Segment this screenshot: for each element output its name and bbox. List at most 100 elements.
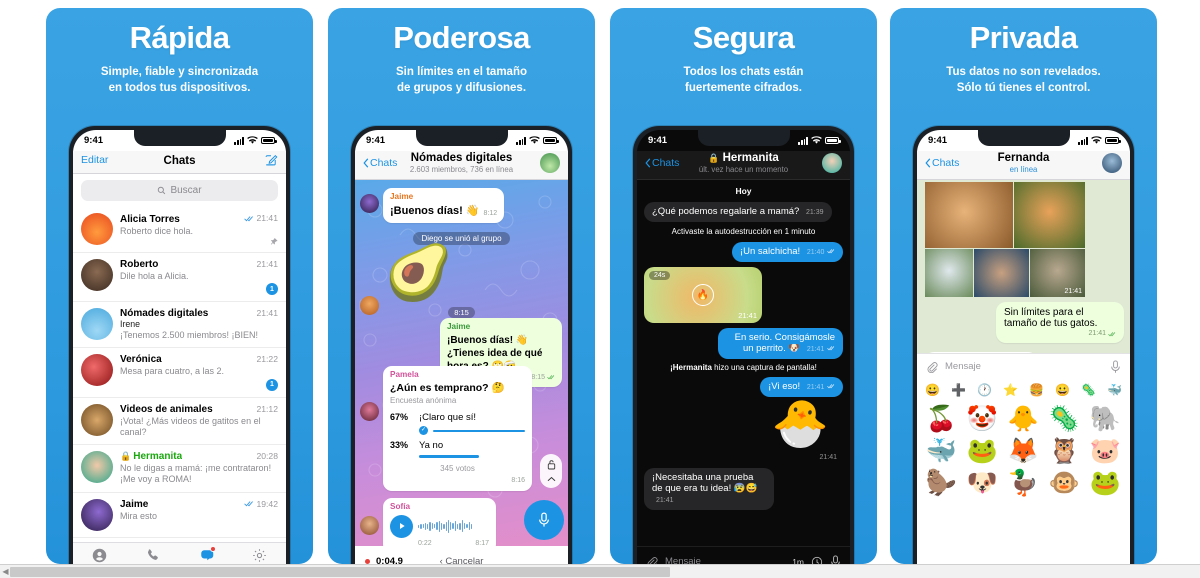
chat-canvas-4[interactable]: 21:41 Sin límites para el tamaño de tus … bbox=[917, 180, 1130, 353]
tab-chats[interactable]: Chats bbox=[180, 543, 233, 564]
sticker-tab-emoji[interactable]: 😀 bbox=[925, 384, 940, 396]
message-text: ¡Necesitaba una prueba de que era tu ide… bbox=[652, 472, 758, 494]
sticker-item[interactable]: 🦉 bbox=[1044, 435, 1085, 467]
list-item-body: Alicia Torres 21:41 Roberto dice hola. bbox=[120, 213, 278, 246]
sticker-tab-bar[interactable]: 😀 ➕ 🕐 ⭐ 🍔 😀 🦠 🐳 bbox=[917, 379, 1130, 401]
message-bubble-outgoing: ¡Vi eso! 21:41 bbox=[760, 377, 843, 397]
panel-1-subtitle-line1: Simple, fiable y sincronizada bbox=[100, 65, 259, 78]
chevron-up-icon bbox=[547, 476, 555, 482]
list-item-top: Jaime 19:42 bbox=[120, 499, 278, 511]
tab-ajustes[interactable]: Ajustes bbox=[233, 543, 286, 564]
album-photo[interactable]: 21:41 bbox=[1029, 249, 1085, 297]
cancel-recording-button[interactable]: ‹ Cancelar bbox=[355, 556, 568, 565]
sticker-item[interactable]: 🐶 bbox=[962, 467, 1003, 499]
wifi-icon bbox=[529, 136, 540, 144]
list-item[interactable]: 🔒 Hermanita 20:28 No le digas a mamá: ¡m… bbox=[73, 445, 286, 493]
notch bbox=[415, 130, 508, 146]
sticker-tab-food[interactable]: 🍔 bbox=[1029, 384, 1044, 396]
sticker-item[interactable]: 🐸 bbox=[1085, 467, 1126, 499]
horizontal-scrollbar[interactable]: ◀ bbox=[0, 564, 1200, 578]
message-time: 21:39 bbox=[805, 209, 824, 216]
sticker-item[interactable]: 🐘 bbox=[1085, 403, 1126, 435]
microphone-icon[interactable] bbox=[1110, 359, 1121, 374]
attachment-icon[interactable] bbox=[646, 556, 658, 565]
tab-contactos[interactable]: Contactos bbox=[73, 543, 126, 564]
nav-bar-4: Chats Fernanda en línea bbox=[917, 151, 1130, 180]
sticker-tab-add[interactable]: ➕ bbox=[951, 384, 966, 396]
sticker-tab-recent[interactable]: 🕐 bbox=[977, 384, 992, 396]
sticker-tab-virus[interactable]: 🦠 bbox=[1081, 384, 1096, 396]
sticker-item[interactable]: 🦆 bbox=[1003, 467, 1044, 499]
avatar bbox=[81, 213, 113, 245]
attachment-icon[interactable] bbox=[926, 361, 938, 373]
list-item[interactable]: Verónica 21:22 Mesa para cuatro, a las 2… bbox=[73, 348, 286, 398]
timer-icon[interactable] bbox=[811, 556, 823, 565]
scroll-left-arrow[interactable]: ◀ bbox=[1, 567, 10, 577]
voice-message[interactable]: Sofía 0:22 8:17 bbox=[383, 498, 496, 546]
back-button[interactable]: Chats bbox=[925, 157, 959, 169]
poll-option[interactable]: 67% ¡Claro que sí! bbox=[390, 412, 525, 424]
search-input[interactable]: Buscar bbox=[81, 180, 278, 201]
poll-card[interactable]: Pamela ¿Aún es temprano? 🤔 Encuesta anón… bbox=[383, 366, 532, 491]
search-placeholder: Buscar bbox=[170, 185, 202, 196]
sticker-tab-star[interactable]: ⭐ bbox=[1003, 384, 1018, 396]
photo-album[interactable]: 21:41 bbox=[925, 182, 1085, 297]
album-photo[interactable] bbox=[973, 249, 1029, 297]
list-item[interactable]: Videos de animales 21:12 ¡Vota! ¿Más vid… bbox=[73, 398, 286, 445]
sticker-item[interactable]: 🦫 bbox=[921, 467, 962, 499]
panel-4-title: Privada bbox=[969, 20, 1078, 55]
album-photo[interactable] bbox=[925, 249, 973, 297]
chat-list[interactable]: Alicia Torres 21:41 Roberto dice hola. R… bbox=[73, 207, 286, 542]
avatar bbox=[822, 153, 842, 173]
chat-avatar-button[interactable] bbox=[1102, 153, 1122, 173]
sticker-item[interactable]: 🦠 bbox=[1044, 403, 1085, 435]
sticker-tab-smile[interactable]: 😀 bbox=[1055, 384, 1070, 396]
album-photo[interactable] bbox=[1014, 182, 1085, 248]
sticker-item[interactable]: 🐷 bbox=[1085, 435, 1126, 467]
list-item[interactable]: Nómades digitales 21:41 Irene ¡Tenemos 2… bbox=[73, 302, 286, 349]
microphone-icon[interactable] bbox=[830, 554, 841, 565]
chat-avatar-button[interactable] bbox=[540, 153, 560, 173]
avatar bbox=[81, 354, 113, 387]
list-item[interactable]: Roberto 21:41 Dile hola a Alicia. 1 bbox=[73, 253, 286, 302]
sticker-grid[interactable]: 🍒 🤡 🐥 🦠 🐘 🐳 🐸 🦊 🦉 🐷 🦫 🐶 🦆 🐵 🐸 bbox=[917, 401, 1130, 564]
sticker-item[interactable]: 🤡 bbox=[962, 403, 1003, 435]
list-item[interactable]: Jaime 19:42 Mira esto bbox=[73, 493, 286, 538]
chat-canvas-2[interactable]: Jaime ¡Buenos días! 👋 8:12 Diego se unió… bbox=[355, 180, 568, 546]
sticker-item[interactable]: 🐳 bbox=[921, 435, 962, 467]
sticker-item[interactable]: 🐵 bbox=[1044, 467, 1085, 499]
gear-icon bbox=[253, 548, 266, 562]
chat-canvas-3[interactable]: Hoy ¿Qué podemos regalarle a mamá? 21:39… bbox=[637, 180, 850, 546]
panel-1-title: Rápida bbox=[129, 20, 230, 55]
sticker-shocked[interactable]: 🐣 bbox=[644, 400, 829, 446]
sticker-item[interactable]: 🍒 bbox=[921, 403, 962, 435]
record-voice-button[interactable] bbox=[524, 500, 564, 540]
scrollbar-thumb[interactable] bbox=[10, 567, 670, 577]
battery-icon bbox=[261, 137, 277, 144]
message-input[interactable]: Mensaje bbox=[665, 556, 785, 564]
record-side-buttons[interactable] bbox=[540, 454, 562, 488]
sticker-item[interactable]: 🐥 bbox=[1003, 403, 1044, 435]
self-destruct-photo[interactable]: 24s 🔥 21:41 bbox=[644, 267, 762, 323]
message-time: 8:15 bbox=[531, 373, 545, 381]
sticker-item[interactable]: 🦊 bbox=[1003, 435, 1044, 467]
play-button[interactable] bbox=[390, 514, 413, 538]
compose-button[interactable] bbox=[264, 153, 278, 167]
sticker-item[interactable]: 🐸 bbox=[962, 435, 1003, 467]
back-button[interactable]: Chats bbox=[363, 157, 397, 169]
tab-llamadas[interactable]: Llamadas bbox=[126, 543, 179, 564]
sticker-avocado[interactable]: 🥑 bbox=[385, 246, 452, 300]
list-item[interactable]: Alicia Torres 21:41 Roberto dice hola. bbox=[73, 207, 286, 253]
ttl-value: 1m bbox=[792, 556, 804, 565]
chevron-left-icon bbox=[645, 158, 651, 168]
lock-icon: 🔒 bbox=[120, 451, 132, 461]
back-button[interactable]: Chats bbox=[645, 157, 679, 169]
call-message[interactable]: Llamada entrante 21:41 (7 minutos) bbox=[924, 352, 1038, 353]
sticker-tab-whale[interactable]: 🐳 bbox=[1107, 384, 1122, 396]
poll-option[interactable]: 33% Ya no bbox=[390, 440, 525, 452]
edit-button[interactable]: Editar bbox=[81, 154, 108, 166]
chat-avatar-button[interactable] bbox=[822, 153, 842, 173]
message-row-outgoing: En serio. Consigámosle un perrito. 🐶 21:… bbox=[644, 328, 843, 359]
message-input[interactable]: Mensaje bbox=[945, 361, 1103, 372]
album-photo[interactable] bbox=[925, 182, 1014, 248]
